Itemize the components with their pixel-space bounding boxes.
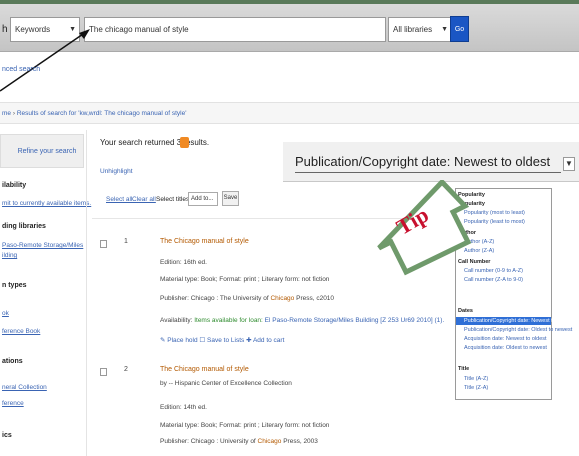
chevron-down-icon: ▼ [441,26,448,33]
result-author: by -- Hispanic Center of Excellence Coll… [160,380,292,387]
facet-libraries-heading: ding libraries [2,223,46,230]
result-edition: Edition: 14th ed. [160,404,207,411]
publisher-suffix: Press, c2010 [294,295,335,302]
availability-prefix: Availability: [160,317,195,324]
window-frame [0,0,579,4]
availability-status: Items available for loan: [194,317,263,324]
publisher-highlight: Chicago [270,295,295,302]
breadcrumb-results[interactable]: Results of search for 'kw,wrdl: The chic… [17,110,187,117]
result-material: Material type: Book; Format: print ; Lit… [160,422,330,429]
result-publisher: Publisher: Chicago : The University of C… [160,295,334,302]
facet-availability-link[interactable]: mit to currently available items. [2,200,91,207]
dropdown-option[interactable]: Title (Z-A) [456,384,551,392]
facet-locations-heading: ations [2,358,23,365]
sort-underline [295,172,561,173]
rss-icon[interactable] [180,137,189,148]
result-number: 2 [124,366,128,373]
result-title[interactable]: The Chicago manual of style [160,366,249,373]
facet-type-reference[interactable]: ference Book [2,328,40,335]
facet-location-general[interactable]: neral Collection [2,384,47,391]
dropdown-option[interactable]: Acquisition date: Newest to oldest [456,335,551,343]
results-count: Your search returned 3 results. [100,138,210,147]
breadcrumb-separator: › [12,110,16,117]
publisher-suffix: Press, 2003 [281,438,318,445]
facet-type-book[interactable]: ok [2,310,9,317]
result-material: Material type: Book; Format: print ; Lit… [160,276,330,283]
facet-library-link-cont[interactable]: ilding [2,252,17,259]
result-number: 1 [124,238,128,245]
dropdown-option[interactable]: Acquisition date: Oldest to newest [456,344,551,352]
facet-library-link[interactable]: Paso-Remote Storage/Miles [2,242,83,249]
result-checkbox[interactable] [100,240,107,248]
publisher-prefix: Publisher: Chicago : University of [160,438,258,445]
library-select[interactable]: All libraries ▼ [388,17,452,42]
go-button[interactable]: Go [450,16,469,42]
library-value: All libraries [393,25,433,34]
save-button[interactable]: Save [222,191,239,206]
result-edition: Edition: 16th ed. [160,259,207,266]
refine-search-heading[interactable]: Refine your search [0,134,84,168]
unhighlight-link[interactable]: Unhighlight [100,168,133,175]
publisher-prefix: Publisher: Chicago : The University of [160,295,271,302]
dropdown-option[interactable]: Title (A-Z) [456,375,551,383]
sidebar-divider [86,130,87,456]
result-checkbox[interactable] [100,368,107,376]
chevron-down-icon[interactable]: ▼ [563,157,575,171]
search-input[interactable]: The chicago manual of style [84,17,386,42]
result-actions[interactable]: ✎ Place hold ☐ Save to Lists ✚ Add to ca… [160,336,284,344]
dropdown-option[interactable]: Publication/Copyright date: Oldest to ne… [456,326,572,334]
result-title[interactable]: The Chicago manual of style [160,238,249,245]
dropdown-group-title: Title [458,366,470,372]
result-publisher: Publisher: Chicago : University of Chica… [160,438,318,445]
select-all-link[interactable]: Select all [106,196,132,203]
sort-select[interactable]: Publication/Copyright date: Newest to ol… [295,154,550,169]
facet-location-reference[interactable]: ference [2,400,24,407]
breadcrumb: me › Results of search for 'kw,wrdl: The… [0,102,579,124]
advanced-search-link[interactable]: nced search [2,66,40,73]
facet-topics-heading: ics [2,432,12,439]
clear-all-link[interactable]: Clear all [132,196,156,203]
add-to-select[interactable]: Add to... [188,192,218,206]
facet-types-heading: n types [2,282,27,289]
breadcrumb-home[interactable]: me [2,110,11,117]
publisher-highlight: Chicago [257,438,282,445]
facet-availability-heading: ilability [2,182,27,189]
